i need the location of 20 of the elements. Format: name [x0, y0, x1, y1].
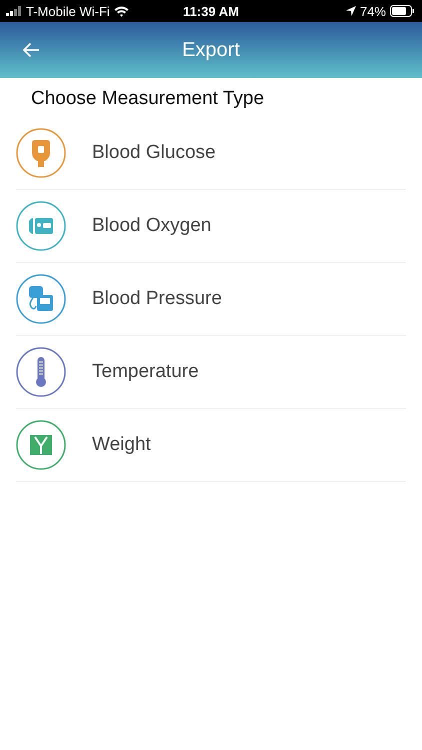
measurement-item[interactable]: Blood Oxygen: [16, 190, 406, 263]
battery-percent: 74%: [360, 4, 386, 18]
measurement-label: Weight: [92, 434, 151, 456]
status-time: 11:39 AM: [183, 4, 239, 18]
measurement-item[interactable]: Blood Glucose: [16, 117, 406, 190]
section-heading: Choose Measurement Type: [30, 87, 266, 111]
back-arrow-icon: [22, 42, 40, 58]
measurement-item[interactable]: Blood Pressure: [16, 263, 406, 336]
signal-icon: [6, 6, 22, 16]
measurement-label: Blood Oxygen: [92, 215, 212, 237]
measurement-label: Blood Glucose: [92, 142, 216, 164]
measurement-label: Temperature: [92, 361, 199, 383]
location-icon: [346, 6, 356, 16]
carrier-name: T-Mobile Wi-Fi: [26, 4, 110, 18]
wifi-icon: [114, 6, 129, 16]
page-title: Export: [182, 38, 240, 62]
measurement-item[interactable]: Temperature: [16, 336, 406, 409]
measurement-label: Blood Pressure: [92, 288, 222, 310]
measurement-item[interactable]: Weight: [16, 409, 406, 482]
battery-icon: [390, 5, 414, 17]
